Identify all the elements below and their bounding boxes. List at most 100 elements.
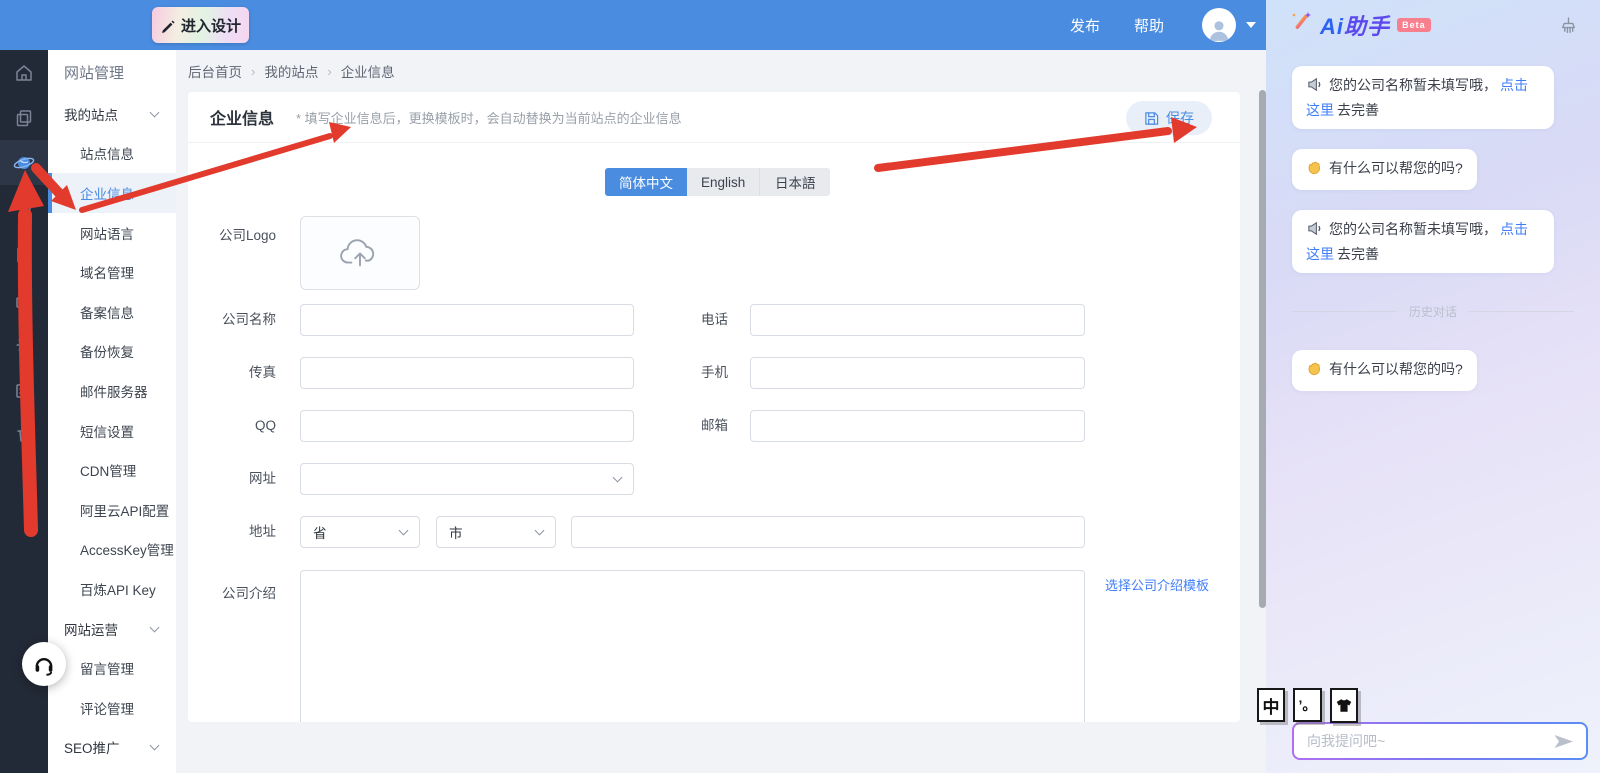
ai-message: 您的公司名称暂未填写哦， 点击这里 去完善 <box>1292 66 1554 129</box>
company-info-card: 企业信息 * 填写企业信息后，更换模板时，会自动替换为当前站点的企业信息 保存 … <box>188 92 1240 722</box>
wave-hand-icon <box>1306 159 1323 182</box>
sidebar-item-company-info[interactable]: 企业信息 <box>48 173 176 213</box>
send-icon[interactable] <box>1553 734 1586 749</box>
save-icon <box>1145 111 1159 125</box>
megaphone-icon <box>1306 76 1323 99</box>
person-icon <box>1209 21 1229 41</box>
tab-simplified-chinese[interactable]: 简体中文 <box>605 168 687 196</box>
tab-english[interactable]: English <box>687 168 761 196</box>
cart-icon[interactable] <box>0 186 48 231</box>
sidebar-item-messages[interactable]: 留言管理 <box>48 648 176 688</box>
user-menu[interactable] <box>1202 8 1256 42</box>
ime-punctuation-mode[interactable]: ’。 <box>1293 688 1322 722</box>
briefcase-icon[interactable] <box>0 278 48 323</box>
magic-wand-icon <box>1292 12 1311 29</box>
ai-logo: Ai助手 Beta <box>1290 9 1431 41</box>
headset-icon <box>35 658 53 676</box>
email-input[interactable] <box>750 410 1085 442</box>
ime-skin-button[interactable] <box>1330 688 1358 723</box>
company-intro-textarea[interactable] <box>300 570 1085 722</box>
chevron-down-icon <box>149 622 160 632</box>
main-scrollbar[interactable] <box>1259 90 1266 608</box>
avatar[interactable] <box>1202 8 1236 42</box>
terminal-icon[interactable] <box>0 368 48 413</box>
publish-button[interactable]: 发布 <box>1070 15 1100 36</box>
intro-template-link[interactable]: 选择公司介绍模板 <box>1105 575 1209 594</box>
card-note: * 填写企业信息后，更换模板时，会自动替换为当前站点的企业信息 <box>296 110 682 126</box>
sidebar-item-bailian-key[interactable]: 百炼API Key <box>48 569 176 609</box>
sidebar-item-accesskey[interactable]: AccessKey管理 <box>48 530 176 570</box>
ai-input-bar <box>1292 722 1588 760</box>
province-select[interactable]: 省 <box>300 516 420 548</box>
breadcrumb-my-site[interactable]: 我的站点 <box>264 61 318 81</box>
website-select[interactable] <box>300 463 634 495</box>
sidebar-item-site-ops[interactable]: 网站运营 <box>48 609 176 649</box>
qq-input[interactable] <box>300 410 634 442</box>
qq-label: QQ <box>254 418 276 433</box>
sidebar-item-backup[interactable]: 备份恢复 <box>48 332 176 372</box>
fax-input[interactable] <box>300 357 634 389</box>
chevron-down-icon <box>149 740 160 751</box>
website-label: 网址 <box>249 471 276 486</box>
enter-design-label: 进入设计 <box>180 17 241 35</box>
phone-label: 电话 <box>701 312 728 327</box>
tab-japanese[interactable]: 日本語 <box>760 168 831 196</box>
sidebar-item-site-info[interactable]: 站点信息 <box>48 134 176 174</box>
shirt-icon <box>1336 699 1352 712</box>
pages-icon[interactable] <box>0 95 48 140</box>
topbar: 进入设计 发布 帮助 <box>0 0 1266 50</box>
beta-badge: Beta <box>1397 18 1431 32</box>
page-title: 企业信息 <box>210 111 275 128</box>
sidebar-item-mail-server[interactable]: 邮件服务器 <box>48 371 176 411</box>
ai-message: 有什么可以帮您的吗? <box>1292 350 1477 391</box>
sidebar-item-icp[interactable]: 备案信息 <box>48 292 176 332</box>
breadcrumb-company-info: 企业信息 <box>340 65 395 80</box>
sidebar-title: 网站管理 <box>64 64 125 82</box>
sidebar-item-domain[interactable]: 域名管理 <box>48 252 176 292</box>
sidebar-item-site-language[interactable]: 网站语言 <box>48 213 176 253</box>
chevron-down-icon <box>612 472 623 483</box>
save-button[interactable]: 保存 <box>1126 101 1212 135</box>
address-detail-input[interactable] <box>571 516 1085 548</box>
city-select[interactable]: 市 <box>436 516 556 548</box>
fax-label: 传真 <box>249 365 276 380</box>
company-name-input[interactable] <box>300 304 634 336</box>
sidebar-item-cdn[interactable]: CDN管理 <box>48 450 176 490</box>
sidebar-item-comments[interactable]: 评论管理 <box>48 688 176 728</box>
trash-icon[interactable] <box>0 412 48 457</box>
ai-assistant-panel: Ai助手 Beta 您的公司名称暂未填写哦， 点击这里 去完善 有什么可以帮您的吗?… <box>1266 0 1600 773</box>
chevron-down-icon <box>149 107 160 118</box>
globe-icon[interactable] <box>0 140 48 185</box>
logo-upload-box[interactable] <box>300 216 420 290</box>
sidebar-item-my-site[interactable]: 我的站点 <box>48 94 176 134</box>
company-intro-label: 公司介绍 <box>222 586 276 601</box>
cloud-upload-icon <box>340 239 375 267</box>
sidebar-item-aliyun-api[interactable]: 阿里云API配置 <box>48 490 176 530</box>
breadcrumb-home[interactable]: 后台首页 <box>188 61 242 81</box>
pencil-icon <box>160 18 175 33</box>
ai-panel-header: Ai助手 Beta <box>1266 0 1600 50</box>
gear-icon[interactable] <box>0 322 48 367</box>
sidebar-item-sms[interactable]: 短信设置 <box>48 411 176 451</box>
clear-chat-icon[interactable] <box>1559 16 1578 35</box>
home-icon[interactable] <box>0 50 48 95</box>
sidebar-item-seo[interactable]: SEO推广 <box>48 728 176 768</box>
help-button[interactable]: 帮助 <box>1134 15 1164 36</box>
main-content: 后台首页 › 我的站点 › 企业信息 企业信息 * 填写企业信息后，更换模板时，… <box>176 50 1266 773</box>
email-label: 邮箱 <box>701 418 728 433</box>
history-divider: 历史对话 <box>1292 303 1575 320</box>
company-name-label: 公司名称 <box>222 312 276 327</box>
support-button[interactable] <box>22 642 66 686</box>
ime-language-mode[interactable]: 中 <box>1257 688 1285 722</box>
sidebar: 网站管理 我的站点 站点信息 企业信息 网站语言 域名管理 备案信息 备份恢复 … <box>48 50 176 773</box>
ai-question-input[interactable] <box>1294 733 1553 749</box>
chevron-down-icon[interactable] <box>1246 22 1256 28</box>
megaphone-icon <box>1306 220 1323 243</box>
card-header: 企业信息 * 填写企业信息后，更换模板时，会自动替换为当前站点的企业信息 保存 <box>188 92 1240 143</box>
enter-design-button[interactable]: 进入设计 <box>152 7 249 43</box>
ai-message: 有什么可以帮您的吗? <box>1292 149 1477 190</box>
phone-input[interactable] <box>750 304 1085 336</box>
mobile-input[interactable] <box>750 357 1085 389</box>
breadcrumb: 后台首页 › 我的站点 › 企业信息 <box>176 50 1266 92</box>
list-icon[interactable] <box>0 232 48 277</box>
